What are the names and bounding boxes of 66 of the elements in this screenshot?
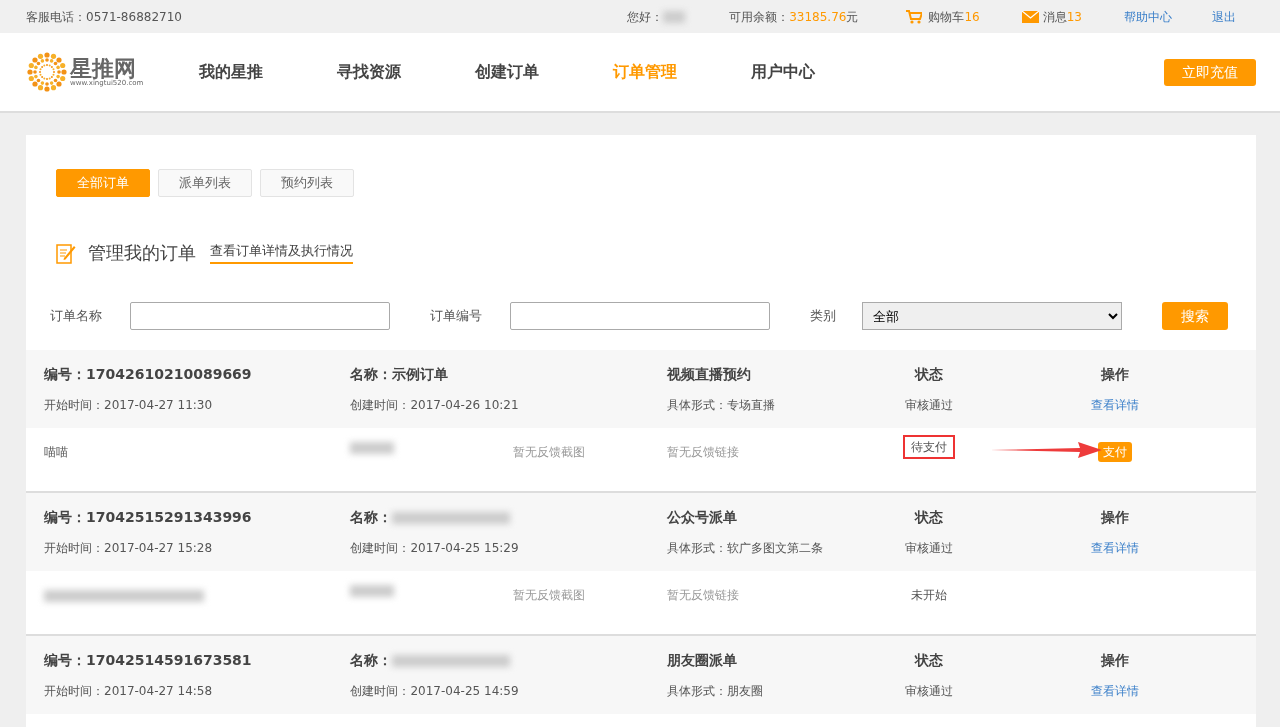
link-status: 暂无反馈链接 bbox=[666, 445, 739, 459]
phone-text: 客服电话：0571-86882710 bbox=[26, 8, 182, 26]
balance-value: 33185.76 bbox=[789, 8, 847, 26]
order-type: 公众号派单 bbox=[666, 509, 737, 525]
screenshot-status: 暂无反馈截图 bbox=[512, 445, 585, 459]
column-heading: 操作 bbox=[1100, 366, 1129, 382]
order-form: 具体形式：专场直播 bbox=[666, 398, 775, 412]
status-text: 审核通过 bbox=[904, 684, 953, 698]
nav-link[interactable]: 寻找资源 bbox=[337, 60, 476, 84]
messages-link[interactable]: 消息 bbox=[1042, 7, 1067, 26]
order-form: 具体形式：软广多图文第二条 bbox=[666, 541, 823, 555]
column-heading: 操作 bbox=[1100, 652, 1129, 668]
tab[interactable]: 派单列表 bbox=[158, 169, 252, 197]
payment-status: 待支付 bbox=[902, 435, 955, 459]
link-status: 暂无反馈链接 bbox=[666, 588, 739, 602]
details-link[interactable]: 查看订单详情及执行情况 bbox=[210, 240, 353, 265]
message-count: 13 bbox=[1066, 8, 1082, 26]
column-heading: 状态 bbox=[914, 652, 943, 668]
logout-link[interactable]: 退出 bbox=[1212, 7, 1236, 26]
column-heading: 操作 bbox=[1100, 509, 1129, 525]
created-time: 创建时间：2017-04-26 10:21 bbox=[350, 398, 519, 412]
created-time: 创建时间：2017-04-25 14:59 bbox=[350, 684, 519, 698]
help-link[interactable]: 帮助中心 bbox=[1124, 7, 1172, 26]
balance-label: 可用余额： bbox=[729, 8, 790, 26]
start-time: 开始时间：2017-04-27 15:28 bbox=[44, 541, 213, 555]
order-name: 名称： bbox=[350, 508, 393, 527]
category-select[interactable]: 全部 bbox=[862, 302, 1122, 330]
order-number: 编号：17042610210089669 bbox=[44, 366, 252, 382]
details-link[interactable]: 查看详情 bbox=[1090, 541, 1139, 555]
mail-icon bbox=[1021, 10, 1039, 23]
status-text: 审核通过 bbox=[904, 541, 953, 555]
filter-label: 订单名称 bbox=[50, 307, 103, 326]
cart-link[interactable]: 购物车 bbox=[928, 7, 965, 26]
start-time: 开始时间：2017-04-27 11:30 bbox=[44, 398, 213, 412]
currency-text: 元 bbox=[846, 8, 859, 26]
column-heading: 状态 bbox=[914, 509, 943, 525]
status-text: 审核通过 bbox=[904, 398, 953, 412]
order-number: 编号：17042515291343996 bbox=[44, 509, 252, 525]
cart-icon bbox=[906, 9, 923, 24]
logo-icon bbox=[26, 51, 68, 93]
details-link[interactable]: 查看详情 bbox=[1090, 398, 1139, 412]
number-input[interactable] bbox=[510, 302, 770, 330]
created-time: 创建时间：2017-04-25 15:29 bbox=[350, 541, 519, 555]
cart-count: 16 bbox=[964, 8, 980, 26]
start-time: 开始时间：2017-04-27 14:58 bbox=[44, 684, 213, 698]
order-name: 名称：示例订单 bbox=[350, 365, 449, 384]
screenshot-status: 暂无反馈截图 bbox=[512, 588, 585, 602]
greeting-text: 您好： bbox=[627, 8, 664, 26]
payment-status: 未开始 bbox=[910, 588, 947, 602]
filter-label: 类别 bbox=[810, 307, 837, 326]
column-heading: 状态 bbox=[914, 366, 943, 382]
tab[interactable]: 预约列表 bbox=[260, 169, 354, 197]
order-type: 视频直播预约 bbox=[666, 366, 751, 382]
filter-label: 订单编号 bbox=[430, 307, 483, 326]
section-title: 管理我的订单 bbox=[88, 241, 196, 265]
account-name: 喵喵 bbox=[44, 445, 68, 459]
order-number: 编号：17042514591673581 bbox=[44, 652, 252, 668]
order-form: 具体形式：朋友圈 bbox=[666, 684, 763, 698]
nav-link[interactable]: 我的星推 bbox=[199, 60, 338, 84]
logo-name: 星推网 bbox=[70, 57, 136, 80]
order-name: 名称： bbox=[350, 651, 393, 670]
edit-icon bbox=[56, 241, 76, 264]
nav-link[interactable]: 用户中心 bbox=[751, 60, 890, 84]
name-input[interactable] bbox=[130, 302, 390, 330]
order-type: 朋友圈派单 bbox=[666, 652, 737, 668]
details-link[interactable]: 查看详情 bbox=[1090, 684, 1139, 698]
